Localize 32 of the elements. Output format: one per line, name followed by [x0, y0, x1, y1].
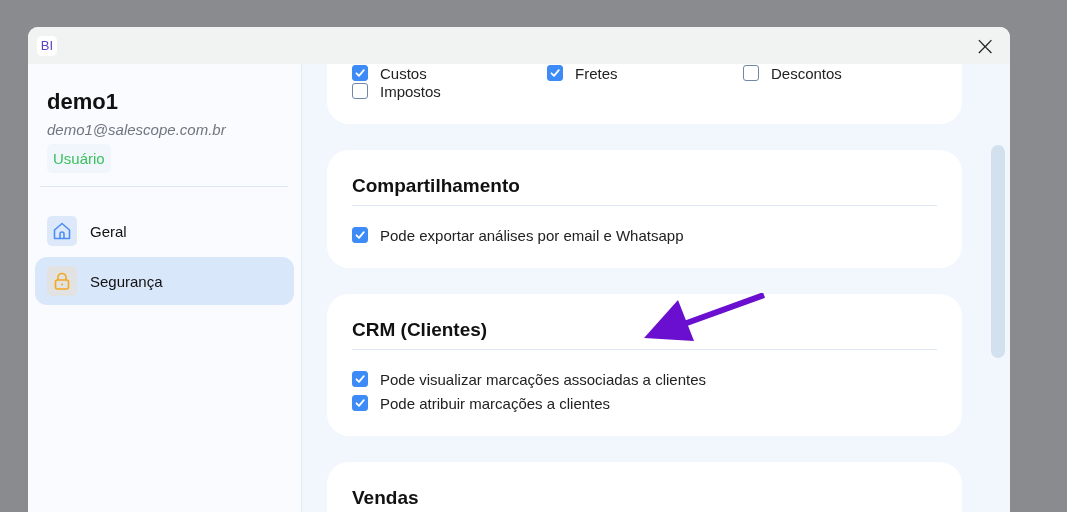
checkbox[interactable] [743, 65, 759, 81]
check-icon [354, 397, 366, 409]
check-icon [549, 67, 561, 79]
checkbox-label: Pode exportar análises por email e Whatsapp [380, 226, 684, 244]
checkbox-label: Pode atribuir marcações a clientes [380, 394, 611, 412]
nav-item[interactable]: Segurança [35, 257, 294, 305]
scrollbar-thumb[interactable] [991, 145, 1005, 358]
checkbox[interactable] [352, 395, 368, 411]
checkbox[interactable] [352, 83, 368, 99]
checkbox-label: Descontos [771, 64, 842, 82]
check-icon [354, 373, 366, 385]
section-title: CRM (Clientes) [352, 319, 489, 341]
checkbox-label: Pode visualizar marcações associadas a clientes [380, 370, 706, 388]
checkbox[interactable] [352, 65, 368, 81]
section-title: Compartilhamento [352, 175, 521, 197]
checkbox[interactable] [352, 227, 368, 243]
role-badge: Usuário [47, 144, 111, 173]
checkbox-label: Impostos [380, 82, 441, 100]
section-title: Vendas [352, 487, 420, 509]
lock-icon [47, 266, 77, 296]
user-email: demo1@salescope.com.br [47, 121, 226, 138]
check-icon [354, 229, 366, 241]
check-icon [354, 67, 366, 79]
close-button[interactable]: × [970, 32, 1000, 59]
checkbox-label: Custos [380, 64, 427, 82]
checkbox-label: Fretes [575, 64, 618, 82]
app-logo: BI [37, 35, 57, 56]
checkbox[interactable] [547, 65, 563, 81]
home-icon [47, 216, 77, 246]
user-name: demo1 [47, 89, 118, 115]
checkbox[interactable] [352, 371, 368, 387]
nav-item[interactable]: Geral [35, 207, 294, 255]
